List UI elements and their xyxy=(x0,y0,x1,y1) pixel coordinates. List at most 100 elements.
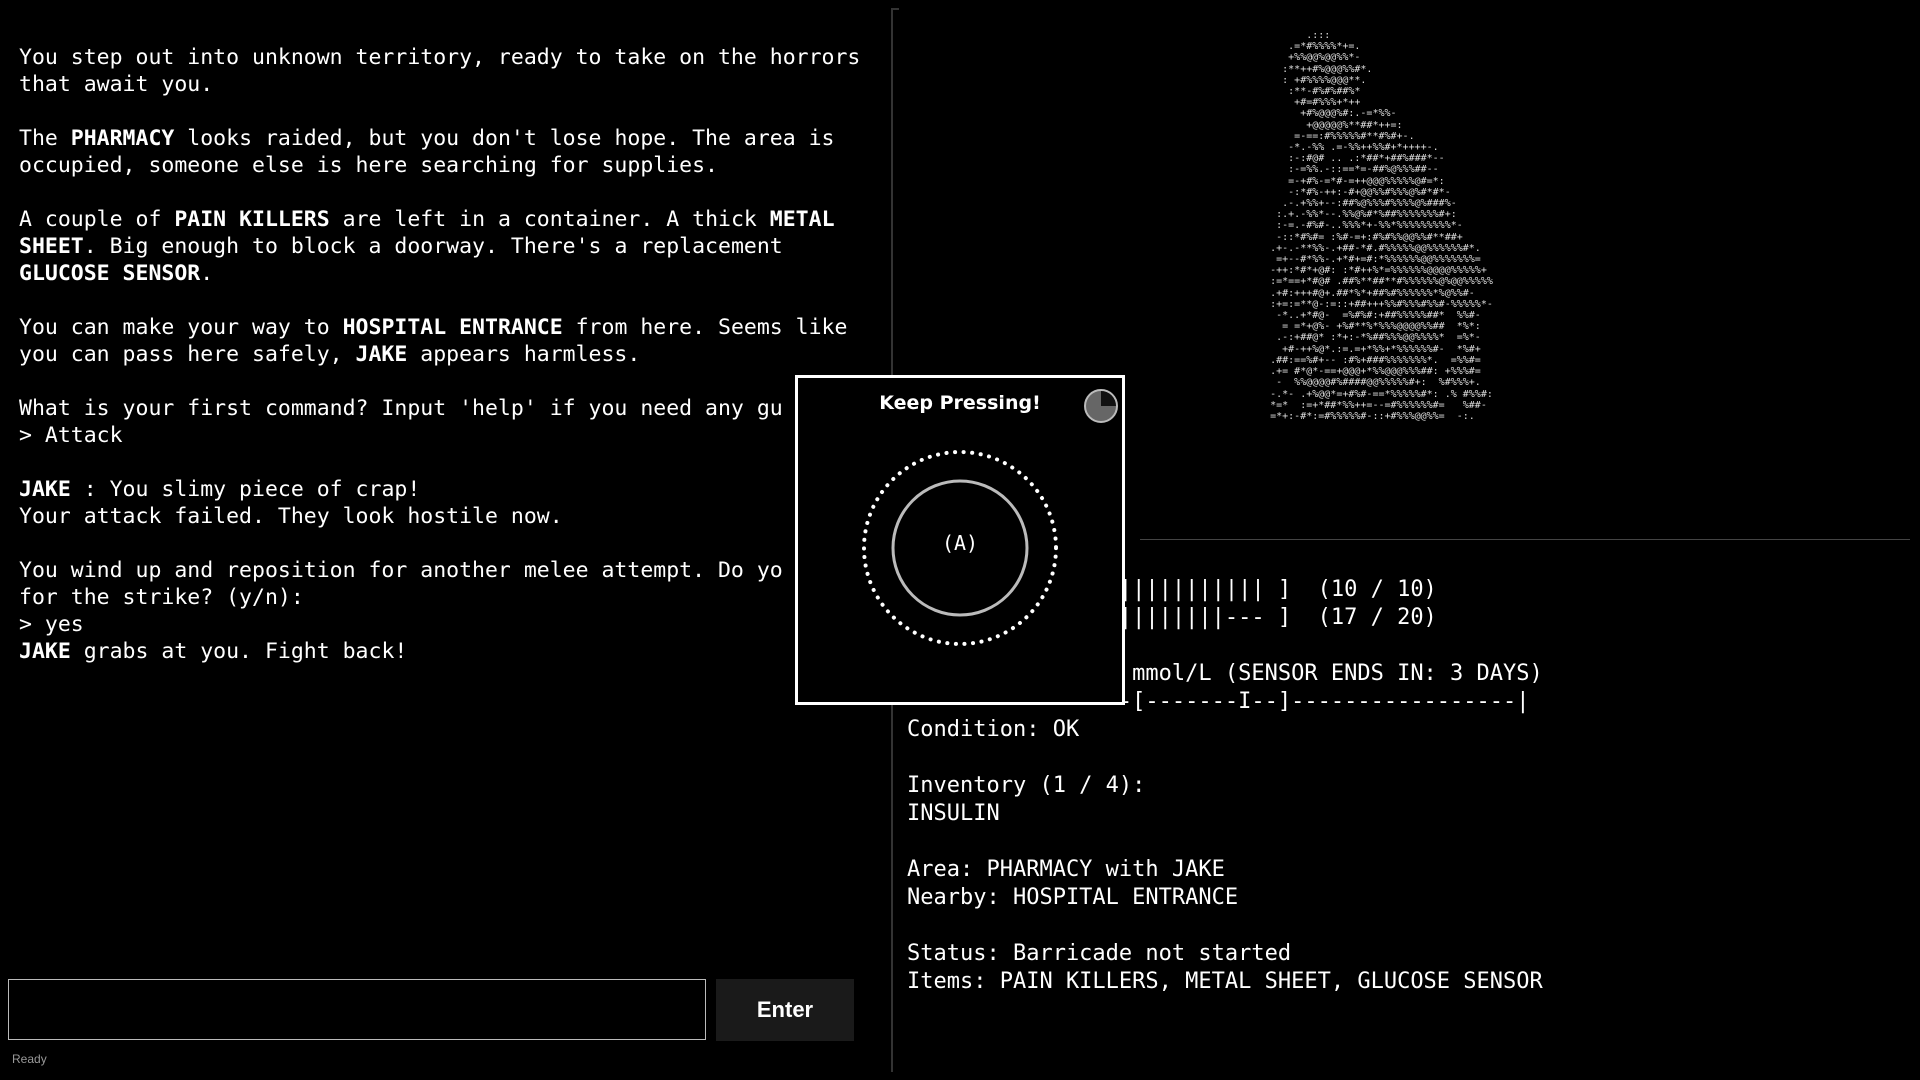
ascii-art-row: :=*==+*#@# .##%**##**#%%%%%%@%@@%%%%% xyxy=(1240,276,1493,288)
log-text: A couple of xyxy=(19,207,175,232)
dialog-title: Keep Pressing! xyxy=(879,392,1041,414)
panel-divider-tick xyxy=(891,8,899,10)
log-line: you can pass here safely, JAKE appears h… xyxy=(19,341,869,368)
log-line: occupied, someone else is here searching… xyxy=(19,152,869,179)
ascii-art-row: -::*#%#= :%#-=+:#%#%%@@%%#**##+ xyxy=(1240,231,1463,243)
stats-line: Status: Barricade not started xyxy=(907,941,1292,966)
log-line: Your attack failed. They look hostile no… xyxy=(19,503,869,530)
log-line: You can make your way to HOSPITAL ENTRAN… xyxy=(19,314,869,341)
ascii-art-row: +#-++%@*.:=.=+*%%+*%%%%%%#- *%#+ xyxy=(1240,343,1481,355)
ascii-art-row: -*.-%% .=-%%++%%#+*++++-. xyxy=(1240,142,1439,154)
ascii-art-row: .::: xyxy=(1240,30,1331,41)
log-line: What is your first command? Input 'help'… xyxy=(19,395,869,422)
ascii-art-row: =-==:#%%%%%#**#%#+-. xyxy=(1240,130,1415,142)
log-text: > yes xyxy=(19,612,84,637)
stats-separator xyxy=(1140,539,1910,540)
log-text: for the strike? (y/n): xyxy=(19,585,304,610)
ascii-art-row: .-:+##@* :*+:-*%##%%%@@%%%%* =%*- xyxy=(1240,332,1481,344)
log-line: JAKE grabs at you. Fight back! xyxy=(19,638,869,665)
log-text: . xyxy=(200,261,214,286)
ascii-art-row: = =*+@%- +%#**%*%%%@@@@%%## *%*: xyxy=(1240,321,1481,333)
log-line: A couple of PAIN KILLERS are left in a c… xyxy=(19,206,869,233)
ascii-art-row: .##:==%#+-- :#%+###%%%%%%%*. =%%#= xyxy=(1240,354,1481,366)
keep-pressing-dialog: Keep Pressing! (A) xyxy=(795,375,1125,705)
inner-button-ring[interactable] xyxy=(891,479,1029,617)
ascii-art-row: .+#:+++#@+.##*%*+##%#%%%%%%*%@%%#- xyxy=(1240,287,1475,299)
enter-button[interactable]: Enter xyxy=(716,979,854,1041)
ascii-art-row: +@@@@@%**##*++=: xyxy=(1240,119,1403,131)
command-input[interactable] xyxy=(8,979,706,1040)
log-keyword: JAKE xyxy=(19,639,71,664)
log-line: that await you. xyxy=(19,71,869,98)
log-keyword: HOSPITAL ENTRANCE xyxy=(342,315,563,340)
ascii-art-row: =-+#%-=*#-=++@@@%%%%%@#=*: xyxy=(1240,175,1445,187)
log-keyword: PAIN KILLERS xyxy=(174,207,330,232)
log-keyword: SHEET xyxy=(19,234,84,259)
timer-elapsed-wedge xyxy=(1101,391,1116,406)
ascii-art-row: :-=.-#%#-..%%%*+-%%*%%%%%%%%%*- xyxy=(1240,220,1463,232)
ascii-art-row: -*..+*#@- =%#%#:+##%%%%%##* %%#- xyxy=(1240,310,1481,322)
stats-line: Condition: OK xyxy=(907,717,1080,742)
ascii-art-figure: .::: .=*#%%%%*+=. +%%@@%@@%%*- :**++#%@@… xyxy=(1240,30,1640,530)
ascii-art-row: +#=#%%%+*++ xyxy=(1240,97,1361,109)
ascii-art-row: -++:*#*+@#: :*#++%*=%%%%%%@@@@%%%%%+ xyxy=(1240,265,1487,277)
log-keyword: METAL xyxy=(769,207,835,232)
log-text: occupied, someone else is here searching… xyxy=(19,153,718,178)
log-text: > Attack xyxy=(19,423,123,448)
log-text: You can make your way to xyxy=(19,315,343,340)
ascii-art-row: :**++#%@@@%%#*. xyxy=(1240,63,1373,75)
ascii-art-row: : +#%%%%@@@**. xyxy=(1240,74,1367,86)
log-line: SHEET. Big enough to block a doorway. Th… xyxy=(19,233,869,260)
ascii-art-row: .-.+%%+--:##%@%%%#%%%%@%###%- xyxy=(1240,198,1457,210)
log-text: you can pass here safely, xyxy=(19,342,356,367)
ascii-art-row: - %%@@@@#%####@@%%%%%#+: %#%%%+. xyxy=(1240,377,1481,389)
log-line: > yes xyxy=(19,611,869,638)
log-text: grabs at you. Fight back! xyxy=(70,639,408,664)
log-keyword: JAKE xyxy=(19,477,71,502)
log-text: You step out into unknown territory, rea… xyxy=(19,45,861,70)
stats-line xyxy=(907,828,1907,856)
stats-line: Inventory (1 / 4): xyxy=(907,773,1146,798)
log-text: The xyxy=(19,126,71,151)
stats-line: Items: PAIN KILLERS, METAL SHEET, GLUCOS… xyxy=(907,969,1543,994)
log-text: appears harmless. xyxy=(407,342,641,367)
log-text: What is your first command? Input 'help'… xyxy=(19,396,783,421)
log-text: You wind up and reposition for another m… xyxy=(19,558,783,583)
stats-line: Area: PHARMACY with JAKE xyxy=(907,857,1225,882)
log-line: > Attack xyxy=(19,422,869,449)
ascii-art-row: :+=:=**@-:=::+##+++%%#%%%#%%#-%%%%%*- xyxy=(1240,298,1493,310)
ascii-art-row: *=* :=+*##*%%++=--=#%%%%%%#= %##- xyxy=(1240,399,1487,411)
ascii-art-row: :**-#%#%##%* xyxy=(1240,86,1361,98)
ascii-art-row: +#%@@@%#:.-=*%%- xyxy=(1240,108,1397,120)
ascii-art-row: -:*#%-++:-#+@@%%#%%%@%#*#*- xyxy=(1240,186,1451,198)
ascii-art-row: :.+.-%%*--.%%@%#*%##%%%%%%%#+: xyxy=(1240,209,1457,221)
log-text: : You slimy piece of crap! xyxy=(70,477,421,502)
status-text: Ready xyxy=(12,1052,47,1066)
stats-line xyxy=(907,744,1907,772)
log-line: The PHARMACY looks raided, but you don't… xyxy=(19,125,869,152)
log-keyword: PHARMACY xyxy=(70,126,175,151)
ascii-art-row: +%%@@%@@%%*- xyxy=(1240,52,1361,64)
log-line: GLUCOSE SENSOR. xyxy=(19,260,869,287)
game-log: You step out into unknown territory, rea… xyxy=(19,44,869,665)
ascii-art-row: .+= #*@*-==+@@@+*%%@@@%%%##: +%%%#= xyxy=(1240,366,1481,378)
log-keyword: JAKE xyxy=(355,342,408,367)
log-text: that await you. xyxy=(19,72,214,97)
log-line: You wind up and reposition for another m… xyxy=(19,557,869,584)
ascii-art-row: =+--#*%%-.+*#+=#:*%%%%%%@@%%%%%%%= xyxy=(1240,254,1481,266)
log-text: Your attack failed. They look hostile no… xyxy=(19,504,563,529)
ascii-art-row: -.*- .+%@@*=+#%#-==*%%%%%#*: .% #%%#: xyxy=(1240,388,1493,400)
ascii-art-row: .+-.-**%%-.+##-*#.#%%%%%@@%%%%%%#*. xyxy=(1240,242,1481,254)
log-text: looks raided, but you don't lose hope. T… xyxy=(174,126,835,151)
ascii-art-row: :-=%%.-::==*=-##%@%%%##-- xyxy=(1240,164,1439,176)
stats-line: Nearby: HOSPITAL ENTRANCE xyxy=(907,885,1239,910)
stats-line xyxy=(907,912,1907,940)
log-line: You step out into unknown territory, rea… xyxy=(19,44,869,71)
press-button-target[interactable] xyxy=(860,448,1060,648)
log-text: . Big enough to block a doorway. There's… xyxy=(83,234,783,259)
ascii-art-row: .=*#%%%%*+=. xyxy=(1240,41,1361,53)
log-line: for the strike? (y/n): xyxy=(19,584,869,611)
